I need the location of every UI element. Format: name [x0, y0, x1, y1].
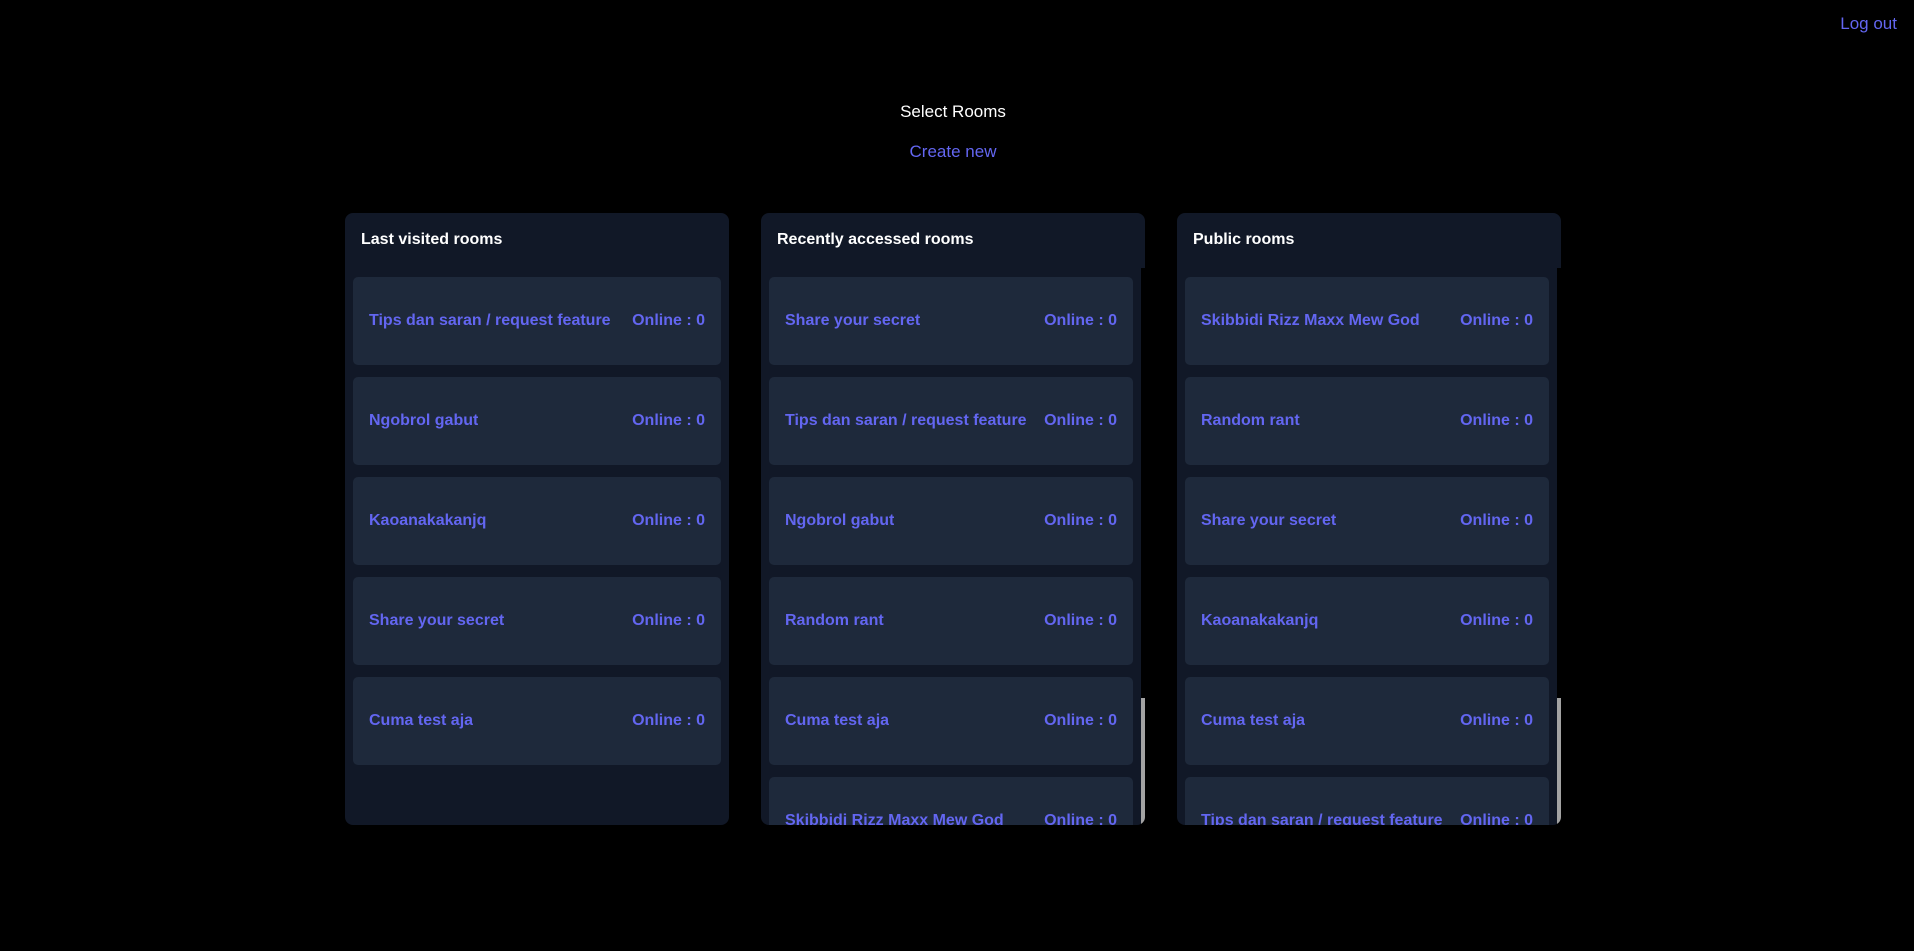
- room-list: Skibbidi Rizz Maxx Mew God Online : 0 Ra…: [1185, 277, 1549, 825]
- online-count: Online : 0: [632, 712, 705, 729]
- room-card[interactable]: Skibbidi Rizz Maxx Mew God Online : 0: [769, 777, 1133, 825]
- room-name: Cuma test aja: [369, 712, 474, 729]
- room-name: Kaoanakakanjq: [369, 512, 487, 529]
- online-count: Online : 0: [1460, 312, 1533, 329]
- panel-title: Last visited rooms: [361, 231, 503, 248]
- room-card[interactable]: Share your secret Online : 0: [769, 277, 1133, 365]
- room-card[interactable]: Ngobrol gabut Online : 0: [769, 477, 1133, 565]
- room-card[interactable]: Kaoanakakanjq Online : 0: [1185, 577, 1549, 665]
- panel-last-visited: Last visited rooms Tips dan saran / requ…: [345, 213, 729, 825]
- panel-recently-accessed: Recently accessed rooms Share your secre…: [761, 213, 1145, 825]
- online-count: Online : 0: [1460, 512, 1533, 529]
- room-name: Tips dan saran / request feature: [369, 312, 611, 329]
- room-name: Random rant: [1201, 412, 1300, 429]
- room-card[interactable]: Tips dan saran / request feature Online …: [769, 377, 1133, 465]
- panel-title: Recently accessed rooms: [777, 231, 974, 248]
- room-card[interactable]: Cuma test aja Online : 0: [353, 677, 721, 765]
- room-card[interactable]: Ngobrol gabut Online : 0: [353, 377, 721, 465]
- online-count: Online : 0: [632, 412, 705, 429]
- panel-public-rooms: Public rooms Skibbidi Rizz Maxx Mew God …: [1177, 213, 1561, 825]
- room-card[interactable]: Tips dan saran / request feature Online …: [353, 277, 721, 365]
- online-count: Online : 0: [1044, 712, 1117, 729]
- room-card[interactable]: Share your secret Online : 0: [353, 577, 721, 665]
- online-count: Online : 0: [1044, 512, 1117, 529]
- online-count: Online : 0: [1044, 312, 1117, 329]
- room-name: Skibbidi Rizz Maxx Mew God: [1201, 312, 1420, 329]
- room-name: Kaoanakakanjq: [1201, 612, 1319, 629]
- scrollbar[interactable]: [1557, 268, 1561, 825]
- create-new-container: Create new: [0, 142, 1906, 162]
- online-count: Online : 0: [632, 612, 705, 629]
- room-name: Share your secret: [369, 612, 505, 629]
- panel-title: Public rooms: [1193, 231, 1295, 248]
- room-name: Skibbidi Rizz Maxx Mew God: [785, 812, 1004, 825]
- scrollbar[interactable]: [1141, 268, 1145, 825]
- online-count: Online : 0: [1044, 612, 1117, 629]
- room-name: Ngobrol gabut: [785, 512, 895, 529]
- room-name: Random rant: [785, 612, 884, 629]
- room-list: Tips dan saran / request feature Online …: [353, 277, 721, 825]
- room-columns: Last visited rooms Tips dan saran / requ…: [345, 213, 1561, 825]
- room-name: Tips dan saran / request feature: [1201, 812, 1443, 825]
- page-title: Select Rooms: [900, 102, 1006, 121]
- online-count: Online : 0: [1044, 412, 1117, 429]
- online-count: Online : 0: [632, 312, 705, 329]
- room-card[interactable]: Skibbidi Rizz Maxx Mew God Online : 0: [1185, 277, 1549, 365]
- room-card[interactable]: Kaoanakakanjq Online : 0: [353, 477, 721, 565]
- room-name: Share your secret: [1201, 512, 1337, 529]
- online-count: Online : 0: [632, 512, 705, 529]
- room-name: Cuma test aja: [1201, 712, 1306, 729]
- room-name: Tips dan saran / request feature: [785, 412, 1027, 429]
- room-card[interactable]: Random rant Online : 0: [1185, 377, 1549, 465]
- room-card[interactable]: Cuma test aja Online : 0: [1185, 677, 1549, 765]
- online-count: Online : 0: [1044, 812, 1117, 825]
- room-card[interactable]: Random rant Online : 0: [769, 577, 1133, 665]
- scrollbar-thumb[interactable]: [1141, 698, 1145, 825]
- create-new-link[interactable]: Create new: [910, 142, 997, 161]
- room-list: Share your secret Online : 0 Tips dan sa…: [769, 277, 1133, 825]
- online-count: Online : 0: [1460, 612, 1533, 629]
- room-name: Share your secret: [785, 312, 921, 329]
- room-card[interactable]: Tips dan saran / request feature Online …: [1185, 777, 1549, 825]
- online-count: Online : 0: [1460, 712, 1533, 729]
- online-count: Online : 0: [1460, 412, 1533, 429]
- room-name: Ngobrol gabut: [369, 412, 479, 429]
- scrollbar-thumb[interactable]: [1557, 698, 1561, 825]
- room-card[interactable]: Cuma test aja Online : 0: [769, 677, 1133, 765]
- room-card[interactable]: Share your secret Online : 0: [1185, 477, 1549, 565]
- room-name: Cuma test aja: [785, 712, 890, 729]
- logout-link[interactable]: Log out: [1840, 14, 1897, 34]
- online-count: Online : 0: [1460, 812, 1533, 825]
